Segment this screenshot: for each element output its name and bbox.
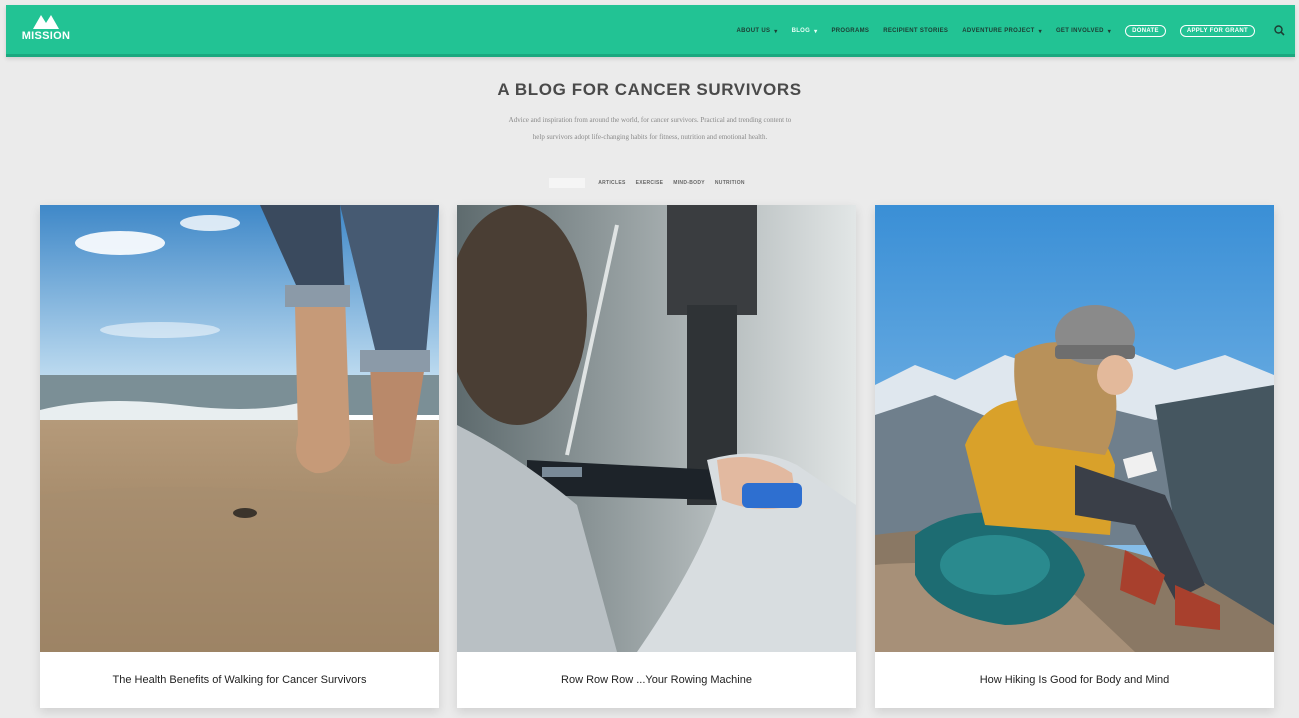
nav-about-us[interactable]: ABOUT US ▾ [737, 28, 778, 35]
nav-get-involved[interactable]: GET INVOLVED ▾ [1056, 28, 1111, 35]
search-icon [1274, 25, 1285, 36]
caret-down-icon: ▾ [814, 28, 818, 35]
search-button[interactable] [1273, 24, 1287, 38]
nav-adventure-project[interactable]: ADVENTURE PROJECT ▾ [962, 28, 1042, 35]
nav-programs[interactable]: PROGRAMS [831, 28, 869, 34]
card-title[interactable]: Row Row Row ...Your Rowing Machine [457, 652, 856, 708]
subtitle-line-1: Advice and inspiration from around the w… [508, 116, 792, 124]
blog-card-hiking[interactable]: How Hiking Is Good for Body and Mind [875, 205, 1274, 708]
caret-down-icon: ▾ [1038, 28, 1042, 35]
card-image-rowing-machine[interactable] [457, 205, 856, 652]
nav-label: RECIPIENT STORIES [883, 28, 949, 34]
category-filters: ARTICLES EXERCISE MIND-BODY NUTRITION [0, 178, 1299, 188]
nav-recipient-stories[interactable]: RECIPIENT STORIES [883, 28, 948, 34]
nav-label: PROGRAMS [831, 28, 870, 34]
nav-label: GET INVOLVED [1055, 28, 1104, 34]
filter-all[interactable] [549, 178, 586, 188]
card-title[interactable]: How Hiking Is Good for Body and Mind [875, 652, 1274, 708]
card-image-barefoot-beach-walk[interactable] [40, 205, 439, 652]
main-nav: ABOUT US ▾ BLOG ▾ PROGRAMS RECIPIENT STO… [723, 5, 1287, 57]
filter-exercise[interactable]: EXERCISE [636, 180, 664, 186]
site-header: MISSION ABOUT US ▾ BLOG ▾ PROGRAMS RECIP… [6, 5, 1295, 57]
mountain-logo-icon [33, 15, 59, 29]
filter-nutrition[interactable]: NUTRITION [715, 180, 745, 186]
apply-for-grant-button[interactable]: APPLY FOR GRANT [1179, 25, 1255, 37]
blog-card-rowing[interactable]: Row Row Row ...Your Rowing Machine [457, 205, 856, 708]
page-subtitle: Advice and inspiration from around the w… [440, 112, 860, 146]
nav-label: ADVENTURE PROJECT [962, 28, 1035, 34]
card-title[interactable]: The Health Benefits of Walking for Cance… [40, 652, 439, 708]
brand-name: MISSION [21, 30, 71, 42]
nav-blog[interactable]: BLOG ▾ [792, 28, 818, 35]
caret-down-icon: ▾ [1107, 28, 1112, 35]
subtitle-line-2: help survivors adopt life-changing habit… [532, 133, 768, 141]
filter-mind-body[interactable]: MIND-BODY [673, 180, 705, 186]
filter-articles[interactable]: ARTICLES [598, 180, 625, 186]
card-image-hiker-mountain-journal[interactable] [875, 205, 1274, 652]
caret-down-icon: ▾ [774, 28, 778, 35]
nav-label: BLOG [791, 28, 811, 34]
page-title: A BLOG FOR CANCER SURVIVORS [497, 80, 802, 99]
donate-button[interactable]: DONATE [1125, 25, 1166, 37]
nav-label: ABOUT US [736, 28, 771, 34]
site-logo[interactable]: MISSION [18, 13, 74, 51]
blog-card-walking[interactable]: The Health Benefits of Walking for Cance… [40, 205, 439, 708]
